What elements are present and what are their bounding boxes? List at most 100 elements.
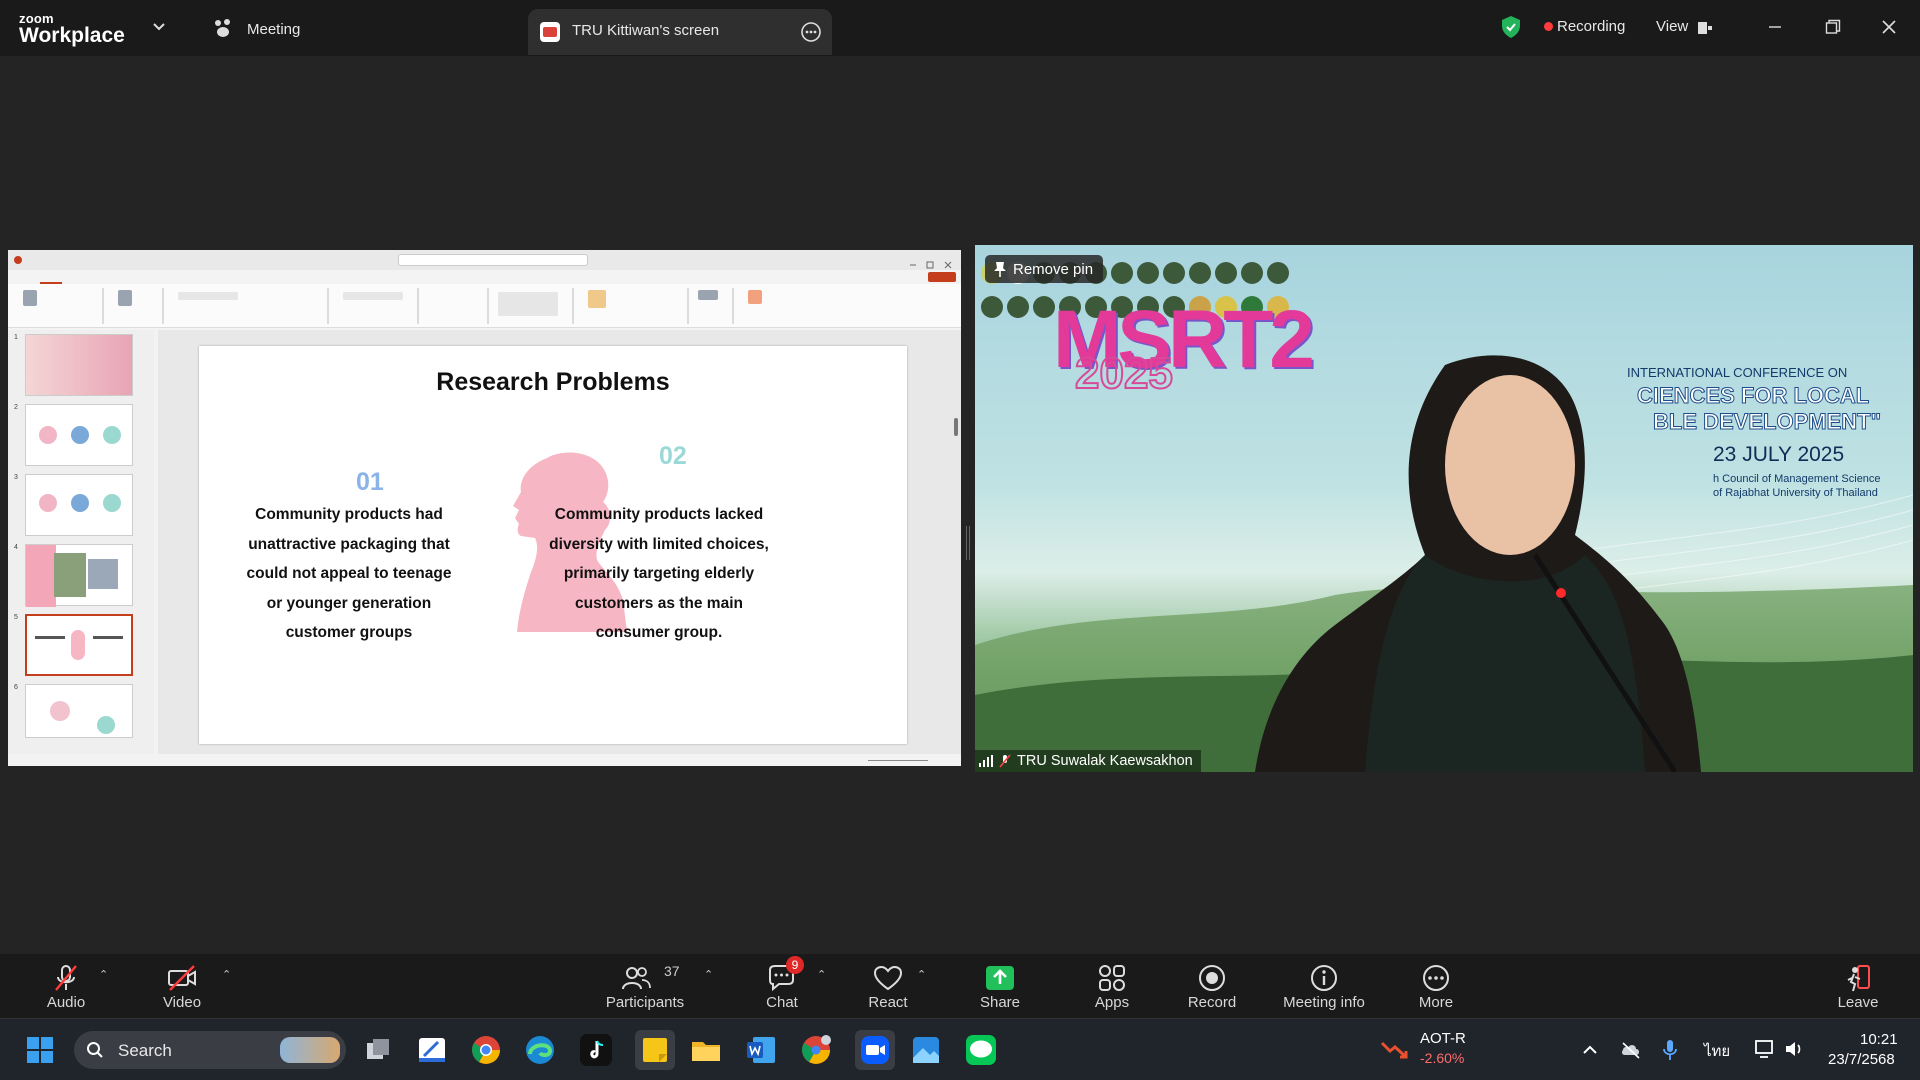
ppt-window-controls (908, 256, 954, 269)
more-options-icon[interactable] (800, 21, 822, 43)
slide-thumbnail-pane[interactable]: 1 2 3 4 5 6 (8, 330, 154, 754)
sticky-notes-icon[interactable] (635, 1030, 675, 1070)
clock-date[interactable]: 23/7/2568 (1828, 1051, 1895, 1068)
view-button[interactable]: View (1654, 16, 1718, 38)
audio-label: Audio (46, 994, 86, 1011)
input-language[interactable]: ไทย (1704, 1039, 1730, 1063)
meeting-tab[interactable]: Meeting (212, 14, 322, 44)
chrome-profile-icon[interactable] (800, 1034, 832, 1066)
current-slide[interactable]: Research Problems 01 Community products … (199, 346, 907, 744)
slide-thumbnail-1[interactable] (25, 334, 133, 396)
ppt-titlebar (8, 250, 961, 270)
zoom-app-icon[interactable] (855, 1030, 895, 1070)
taskbar-search-box[interactable]: Search (74, 1031, 346, 1069)
chat-button[interactable]: 9 Chat (752, 954, 812, 1018)
microphone-icon[interactable] (1662, 1039, 1678, 1061)
meeting-tab-label: Meeting (247, 21, 301, 38)
video-label: Video (162, 994, 202, 1011)
participants-options-chevron-icon[interactable]: ⌃ (704, 968, 713, 981)
word-icon[interactable] (745, 1034, 777, 1066)
chrome-icon[interactable] (470, 1034, 502, 1066)
ppt-vertical-scrollbar[interactable] (953, 334, 959, 750)
cloud-offline-icon[interactable] (1620, 1041, 1642, 1059)
video-options-chevron-icon[interactable]: ⌃ (222, 968, 231, 981)
ppt-share-button (928, 272, 956, 282)
conference-org-line1: h Council of Management Science (1713, 473, 1881, 485)
task-view-icon[interactable] (362, 1034, 394, 1066)
share-tab[interactable]: TRU Kittiwan's screen (528, 9, 832, 55)
slide-thumbnail-2[interactable] (25, 404, 133, 466)
clock-time[interactable]: 10:21 (1860, 1031, 1898, 1048)
share-button[interactable]: Share (970, 954, 1030, 1018)
record-label: Record (1187, 994, 1237, 1011)
thumb-number: 2 (14, 404, 18, 411)
react-options-chevron-icon[interactable]: ⌃ (917, 968, 926, 981)
scrollbar-thumb[interactable] (954, 418, 958, 436)
conference-org-line2: of Rajabhat University of Thailand (1713, 487, 1878, 499)
chevron-up-icon[interactable] (1582, 1043, 1598, 1057)
search-icon (86, 1041, 104, 1059)
thumb-number: 3 (14, 474, 18, 481)
problem-number-2: 02 (659, 442, 687, 470)
recording-dot-icon (1544, 22, 1553, 31)
chat-options-chevron-icon[interactable]: ⌃ (817, 968, 826, 981)
video-button[interactable]: Video (150, 954, 214, 1018)
line-app-icon[interactable] (965, 1034, 997, 1066)
participant-name: TRU Suwalak Kaewsakhon (1017, 753, 1193, 769)
file-explorer-icon[interactable] (690, 1034, 722, 1066)
more-icon (1420, 962, 1452, 994)
problem-number-1: 01 (356, 468, 384, 496)
apps-icon (1096, 962, 1128, 994)
restore-icon[interactable] (1825, 19, 1841, 35)
info-icon (1308, 962, 1340, 994)
shared-screen-powerpoint[interactable]: 1 2 3 4 5 6 Research Problems 01 Communi… (8, 250, 961, 766)
record-button[interactable]: Record (1182, 954, 1242, 1018)
pinned-video-tile[interactable]: MSRT2 2025 INTERNATIONAL CONFERENCE ON C… (975, 245, 1913, 772)
react-label: React (868, 994, 908, 1011)
slide-thumbnail-4[interactable] (25, 544, 133, 607)
muted-mic-icon (999, 754, 1011, 768)
chevron-down-icon[interactable] (152, 20, 166, 34)
meeting-info-label: Meeting info (1283, 994, 1365, 1011)
minimize-icon[interactable] (1768, 20, 1782, 34)
remove-pin-button[interactable]: Remove pin (985, 255, 1104, 283)
more-button[interactable]: More (1406, 954, 1466, 1018)
apps-button[interactable]: Apps (1082, 954, 1142, 1018)
share-label: Share (979, 994, 1021, 1011)
windows-start-icon[interactable] (24, 1034, 56, 1066)
slide-thumbnail-6[interactable] (25, 684, 133, 738)
slide-thumbnail-5-selected[interactable] (25, 614, 133, 676)
splitter-handle[interactable] (966, 526, 970, 560)
meeting-controls-toolbar: Audio ⌃ Video ⌃ 37 Participants ⌃ 9 Chat… (0, 954, 1920, 1018)
recording-label: Recording (1557, 18, 1626, 35)
shield-icon[interactable] (1500, 15, 1522, 39)
tiktok-icon[interactable] (580, 1034, 612, 1066)
slide-thumbnail-3[interactable] (25, 474, 133, 536)
zoom-slider[interactable] (868, 760, 928, 761)
thumb-number: 5 (14, 614, 18, 621)
slide-title: Research Problems (436, 368, 670, 396)
stock-change: -2.60% (1420, 1050, 1465, 1066)
react-button[interactable]: React (858, 954, 918, 1018)
network-icon[interactable] (1754, 1039, 1776, 1059)
recording-indicator[interactable]: Recording (1540, 16, 1640, 38)
close-icon[interactable] (1881, 19, 1897, 35)
zoom-titlebar: zoom Workplace Meeting TRU Kittiwan's sc… (0, 0, 1920, 56)
participants-button[interactable]: 37 Participants (600, 954, 690, 1018)
audio-button[interactable]: Audio (36, 954, 96, 1018)
paw-icon (212, 17, 234, 39)
volume-icon[interactable] (1784, 1039, 1804, 1059)
search-label: Search (118, 1041, 172, 1060)
ppt-ribbon (8, 284, 961, 328)
msrt-logo-year: 2025 (1074, 348, 1174, 399)
leave-button[interactable]: Leave (1828, 954, 1888, 1018)
share-screen-icon (984, 962, 1016, 994)
edge-icon[interactable] (524, 1034, 556, 1066)
participants-label: Participants (605, 994, 685, 1011)
meeting-info-button[interactable]: Meeting info (1276, 954, 1372, 1018)
stock-widget[interactable]: AOT-R -2.60% (1380, 1027, 1490, 1073)
whiteboard-app-icon[interactable] (416, 1034, 448, 1066)
search-highlight-image (280, 1037, 340, 1063)
audio-options-chevron-icon[interactable]: ⌃ (99, 968, 108, 981)
photos-app-icon[interactable] (910, 1034, 942, 1066)
